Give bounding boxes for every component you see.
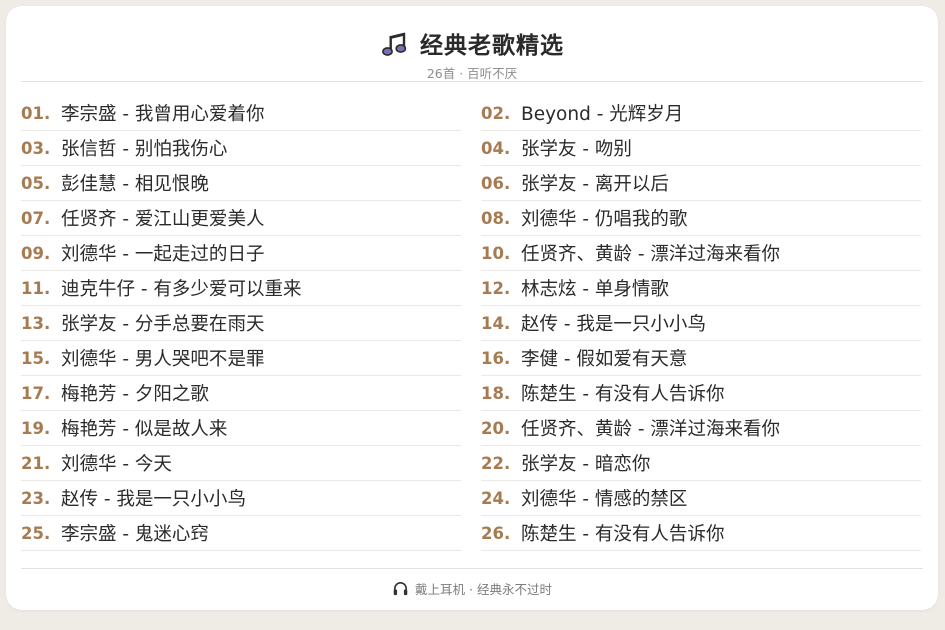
song-item[interactable]: 16. 李健 - 假如爱有天意 bbox=[481, 341, 921, 376]
footer-text: 戴上耳机 · 经典永不过时 bbox=[415, 582, 552, 597]
song-title: 任贤齐 - 爱江山更爱美人 bbox=[61, 209, 265, 230]
song-title: 彭佳慧 - 相见恨晚 bbox=[61, 174, 209, 195]
song-title: 赵传 - 我是一只小小鸟 bbox=[61, 489, 246, 510]
header-divider bbox=[21, 81, 923, 82]
song-title: 刘德华 - 男人哭吧不是罪 bbox=[61, 349, 265, 370]
song-number: 19. bbox=[21, 418, 51, 438]
song-number: 25. bbox=[21, 523, 51, 543]
song-number: 10. bbox=[481, 243, 511, 263]
song-item[interactable]: 18. 陈楚生 - 有没有人告诉你 bbox=[481, 376, 921, 411]
song-number: 16. bbox=[481, 348, 511, 368]
song-item[interactable]: 13. 张学友 - 分手总要在雨天 bbox=[21, 306, 461, 341]
song-item[interactable]: 15. 刘德华 - 男人哭吧不是罪 bbox=[21, 341, 461, 376]
page-subtitle: 26首 · 百听不厌 bbox=[426, 66, 518, 81]
song-title: 梅艳芳 - 似是故人来 bbox=[61, 419, 228, 440]
song-number: 09. bbox=[21, 243, 51, 263]
song-item[interactable]: 19. 梅艳芳 - 似是故人来 bbox=[21, 411, 461, 446]
song-title: 林志炫 - 单身情歌 bbox=[521, 279, 669, 300]
song-number: 20. bbox=[481, 418, 511, 438]
song-title: 梅艳芳 - 夕阳之歌 bbox=[61, 384, 209, 405]
song-list: 01. 李宗盛 - 我曾用心爱着你 02. Beyond - 光辉岁月 03. 张信哲 -… bbox=[21, 96, 921, 551]
song-number: 06. bbox=[481, 173, 511, 193]
song-number: 15. bbox=[21, 348, 51, 368]
song-number: 02. bbox=[481, 103, 511, 123]
song-item[interactable]: 21. 刘德华 - 今天 bbox=[21, 446, 461, 481]
song-title: Beyond - 光辉岁月 bbox=[521, 104, 684, 125]
song-title: 任贤齐、黄龄 - 漂洋过海来看你 bbox=[521, 244, 780, 265]
song-title: 李宗盛 - 我曾用心爱着你 bbox=[61, 104, 265, 125]
song-number: 11. bbox=[21, 278, 51, 298]
song-item[interactable]: 03. 张信哲 - 别怕我伤心 bbox=[21, 131, 461, 166]
song-title: 张学友 - 分手总要在雨天 bbox=[61, 314, 265, 335]
song-number: 03. bbox=[21, 138, 51, 158]
song-number: 17. bbox=[21, 383, 51, 403]
song-title: 李健 - 假如爱有天意 bbox=[521, 349, 688, 370]
playlist-card: 经典老歌精选 26首 · 百听不厌 01. 李宗盛 - 我曾用心爱着你 02. Bey… bbox=[6, 6, 938, 610]
song-title: 刘德华 - 情感的禁区 bbox=[521, 489, 688, 510]
song-item[interactable]: 06. 张学友 - 离开以后 bbox=[481, 166, 921, 201]
song-item[interactable]: 09. 刘德华 - 一起走过的日子 bbox=[21, 236, 461, 271]
song-title: 张学友 - 吻别 bbox=[521, 139, 632, 160]
song-number: 14. bbox=[481, 313, 511, 333]
song-number: 22. bbox=[481, 453, 511, 473]
song-title: 李宗盛 - 鬼迷心窍 bbox=[61, 524, 209, 545]
song-item[interactable]: 22. 张学友 - 暗恋你 bbox=[481, 446, 921, 481]
song-number: 23. bbox=[21, 488, 51, 508]
song-title: 张学友 - 暗恋你 bbox=[521, 454, 651, 475]
song-title: 张信哲 - 别怕我伤心 bbox=[61, 139, 228, 160]
song-item[interactable]: 20. 任贤齐、黄龄 - 漂洋过海来看你 bbox=[481, 411, 921, 446]
song-number: 07. bbox=[21, 208, 51, 228]
song-title: 刘德华 - 仍唱我的歌 bbox=[521, 209, 688, 230]
song-item[interactable]: 14. 赵传 - 我是一只小小鸟 bbox=[481, 306, 921, 341]
song-title: 陈楚生 - 有没有人告诉你 bbox=[521, 384, 725, 405]
headphones-icon bbox=[393, 582, 408, 596]
song-number: 04. bbox=[481, 138, 511, 158]
song-item[interactable]: 04. 张学友 - 吻别 bbox=[481, 131, 921, 166]
page-title: 经典老歌精选 bbox=[420, 33, 564, 59]
song-number: 21. bbox=[21, 453, 51, 473]
song-item[interactable]: 02. Beyond - 光辉岁月 bbox=[481, 96, 921, 131]
song-title: 迪克牛仔 - 有多少爱可以重来 bbox=[61, 279, 302, 300]
song-title: 刘德华 - 今天 bbox=[61, 454, 172, 475]
title-row: 经典老歌精选 bbox=[6, 26, 938, 60]
song-number: 12. bbox=[481, 278, 511, 298]
song-item[interactable]: 25. 李宗盛 - 鬼迷心窍 bbox=[21, 516, 461, 551]
song-item[interactable]: 26. 陈楚生 - 有没有人告诉你 bbox=[481, 516, 921, 551]
song-title: 陈楚生 - 有没有人告诉你 bbox=[521, 524, 725, 545]
music-note-icon bbox=[382, 32, 407, 56]
song-item[interactable]: 05. 彭佳慧 - 相见恨晚 bbox=[21, 166, 461, 201]
song-item[interactable]: 10. 任贤齐、黄龄 - 漂洋过海来看你 bbox=[481, 236, 921, 271]
footer-divider bbox=[21, 568, 923, 569]
song-item[interactable]: 17. 梅艳芳 - 夕阳之歌 bbox=[21, 376, 461, 411]
song-item[interactable]: 01. 李宗盛 - 我曾用心爱着你 bbox=[21, 96, 461, 131]
playlist-header: 经典老歌精选 26首 · 百听不厌 bbox=[6, 26, 938, 82]
song-title: 刘德华 - 一起走过的日子 bbox=[61, 244, 265, 265]
song-number: 01. bbox=[21, 103, 51, 123]
song-title: 任贤齐、黄龄 - 漂洋过海来看你 bbox=[521, 419, 780, 440]
song-number: 13. bbox=[21, 313, 51, 333]
song-title: 张学友 - 离开以后 bbox=[521, 174, 669, 195]
song-number: 18. bbox=[481, 383, 511, 403]
song-item[interactable]: 24. 刘德华 - 情感的禁区 bbox=[481, 481, 921, 516]
song-number: 05. bbox=[21, 173, 51, 193]
song-item[interactable]: 08. 刘德华 - 仍唱我的歌 bbox=[481, 201, 921, 236]
song-item[interactable]: 23. 赵传 - 我是一只小小鸟 bbox=[21, 481, 461, 516]
song-item[interactable]: 12. 林志炫 - 单身情歌 bbox=[481, 271, 921, 306]
song-number: 24. bbox=[481, 488, 511, 508]
footer: 戴上耳机 · 经典永不过时 bbox=[6, 579, 938, 598]
song-number: 08. bbox=[481, 208, 511, 228]
song-number: 26. bbox=[481, 523, 511, 543]
song-item[interactable]: 07. 任贤齐 - 爱江山更爱美人 bbox=[21, 201, 461, 236]
song-title: 赵传 - 我是一只小小鸟 bbox=[521, 314, 706, 335]
song-item[interactable]: 11. 迪克牛仔 - 有多少爱可以重来 bbox=[21, 271, 461, 306]
